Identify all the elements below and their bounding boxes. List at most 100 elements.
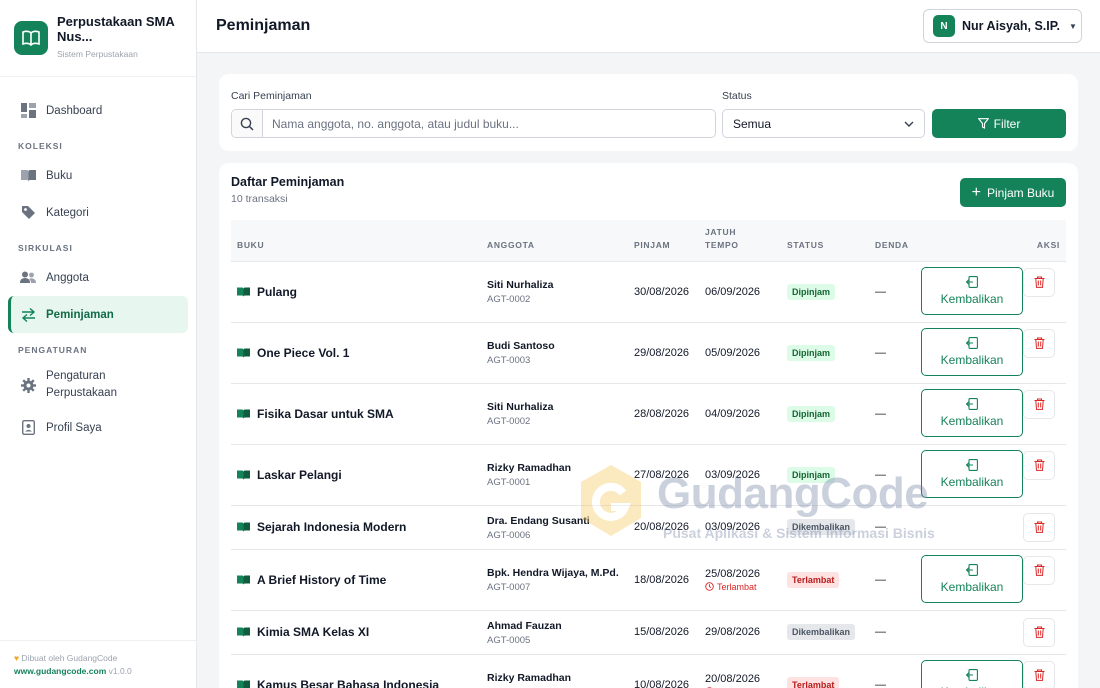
table-row[interactable]: Pulang Siti Nurhaliza AGT-0002 30/08/2026 06… — [231, 260, 1066, 322]
id-card-icon — [20, 420, 36, 436]
return-button[interactable]: Kembalikan — [921, 449, 1023, 498]
loan-list-card: Daftar Peminjaman 10 transaksi + Pinjam … — [219, 163, 1078, 688]
app-name: Perpustakaan SMA Nus... — [57, 14, 175, 44]
fine-value: — — [875, 443, 921, 505]
borrow-date: 27/08/2026 — [634, 443, 705, 505]
member-name: Bpk. Hendra Wijaya, M.Pd. — [487, 567, 619, 579]
table-row[interactable]: Kimia SMA Kelas XI Ahmad Fauzan AGT-0005 15… — [231, 609, 1066, 654]
book-title: A Brief History of Time — [257, 572, 387, 587]
trash-icon — [1034, 521, 1044, 533]
book-icon — [237, 575, 250, 585]
due-date: 03/09/2026 — [705, 521, 761, 533]
chevron-down-icon — [904, 118, 914, 132]
status-badge: Dipinjam — [787, 405, 836, 422]
sidebar-item-peminjaman[interactable]: Peminjaman — [8, 296, 188, 333]
search-input[interactable] — [263, 110, 715, 137]
plus-icon: + — [971, 183, 981, 201]
delete-button[interactable] — [1023, 267, 1055, 297]
late-label: Terlambat — [717, 581, 757, 592]
status-label: Status — [722, 90, 752, 102]
due-date: 03/09/2026 — [705, 468, 761, 481]
sidebar-item-dashboard[interactable]: Dashboard — [8, 92, 188, 129]
delete-button[interactable] — [1023, 328, 1055, 358]
col-pinjam: PINJAM — [634, 239, 671, 250]
delete-button[interactable] — [1023, 617, 1055, 647]
delete-button[interactable] — [1023, 660, 1055, 688]
col-aksi: AKSI — [1036, 239, 1060, 250]
borrow-date: 10/08/2026 — [634, 653, 705, 688]
trash-icon — [1034, 564, 1044, 576]
member-name: Siti Nurhaliza — [487, 401, 554, 413]
delete-button[interactable] — [1023, 450, 1055, 480]
status-badge: Dipinjam — [787, 466, 836, 483]
return-label: Kembalikan — [940, 413, 1004, 428]
page-title: Peminjaman — [216, 17, 311, 34]
footer-version: v1.0.0 — [108, 666, 132, 676]
sidebar-item-label: Kategori — [46, 206, 89, 219]
member-id: AGT-0002 — [487, 416, 531, 427]
filter-button[interactable]: Filter — [932, 109, 1066, 138]
fine-value: — — [875, 321, 921, 383]
sidebar-item-anggota[interactable]: Anggota — [8, 259, 188, 296]
filter-card: Cari Peminjaman Status Semua Filter — [219, 74, 1078, 151]
user-name: Nur Aisyah, S.IP. — [962, 19, 1060, 33]
search-icon — [232, 110, 263, 137]
footer-credit: Dibuat oleh GudangCode — [21, 653, 118, 663]
avatar: N — [933, 15, 955, 37]
list-count: 10 transaksi — [231, 193, 288, 205]
book-icon — [237, 287, 250, 297]
heart-icon: ♥ — [14, 653, 20, 663]
sidebar-item-profil-saya[interactable]: Profil Saya — [8, 409, 188, 446]
return-button[interactable]: Kembalikan — [921, 327, 1023, 376]
book-title: Kamus Besar Bahasa Indonesia — [257, 677, 440, 688]
due-date: 04/09/2026 — [705, 407, 761, 420]
footer-site-link[interactable]: www.gudangcode.com — [14, 666, 106, 676]
fine-value: — — [875, 382, 921, 444]
table-row[interactable]: Kamus Besar Bahasa Indonesia Rizky Ramadh… — [231, 653, 1066, 688]
loan-table: BUKU ANGGOTA PINJAM JATUH TEMPO STATUS D… — [231, 220, 1066, 688]
sidebar-item-label: Peminjaman — [46, 308, 114, 321]
user-menu-button[interactable]: N Nur Aisyah, S.IP. ▼ — [923, 9, 1082, 43]
table-row[interactable]: Sejarah Indonesia Modern Dra. Endang Susa… — [231, 504, 1066, 549]
borrow-date: 15/08/2026 — [634, 609, 705, 654]
return-icon — [966, 275, 978, 288]
due-date: 20/08/2026 — [705, 672, 761, 685]
brand[interactable]: Perpustakaan SMA Nus... Sistem Perpustak… — [0, 0, 196, 77]
search-box — [231, 109, 716, 138]
return-button[interactable]: Kembalikan — [921, 554, 1023, 603]
sidebar-item-label: Anggota — [46, 271, 89, 284]
sidebar-item-buku[interactable]: Buku — [8, 157, 188, 194]
return-button[interactable]: Kembalikan — [921, 266, 1023, 315]
users-icon — [20, 270, 36, 286]
borrow-book-button[interactable]: + Pinjam Buku — [960, 178, 1066, 207]
delete-button[interactable] — [1023, 555, 1055, 585]
book-icon — [237, 680, 250, 688]
dashboard-icon — [20, 103, 36, 119]
col-anggota: ANGGOTA — [487, 239, 535, 250]
table-row[interactable]: Fisika Dasar untuk SMA Siti Nurhaliza AGT-… — [231, 382, 1066, 444]
sidebar-item-pengaturan-perpustakaan[interactable]: Pengaturan Perpustakaan — [8, 361, 188, 409]
topbar: Peminjaman N Nur Aisyah, S.IP. ▼ — [197, 0, 1100, 53]
borrow-date: 18/08/2026 — [634, 548, 705, 610]
table-row[interactable]: Laskar Pelangi Rizky Ramadhan AGT-0001 27/0… — [231, 443, 1066, 505]
status-select[interactable]: Semua — [722, 109, 925, 138]
due-date: 06/09/2026 — [705, 285, 761, 298]
status-badge: Terlambat — [787, 676, 840, 688]
book-title: Sejarah Indonesia Modern — [257, 520, 407, 534]
sidebar: Perpustakaan SMA Nus... Sistem Perpustak… — [0, 0, 197, 688]
due-date: 25/08/2026 — [705, 567, 761, 580]
fine-value: — — [875, 504, 921, 549]
status-badge: Dipinjam — [787, 283, 836, 300]
return-icon — [966, 336, 978, 349]
return-button[interactable]: Kembalikan — [921, 659, 1023, 688]
delete-button[interactable] — [1023, 389, 1055, 419]
status-badge: Dikembalikan — [787, 624, 856, 640]
table-row[interactable]: A Brief History of Time Bpk. Hendra Wijay… — [231, 548, 1066, 610]
book-title: Fisika Dasar untuk SMA — [257, 406, 394, 421]
table-row[interactable]: One Piece Vol. 1 Budi Santoso AGT-0003 29/0… — [231, 321, 1066, 383]
delete-button[interactable] — [1023, 512, 1055, 542]
sidebar-item-kategori[interactable]: Kategori — [8, 194, 188, 231]
member-name: Budi Santoso — [487, 340, 555, 352]
member-id: AGT-0002 — [487, 294, 531, 305]
return-button[interactable]: Kembalikan — [921, 388, 1023, 437]
